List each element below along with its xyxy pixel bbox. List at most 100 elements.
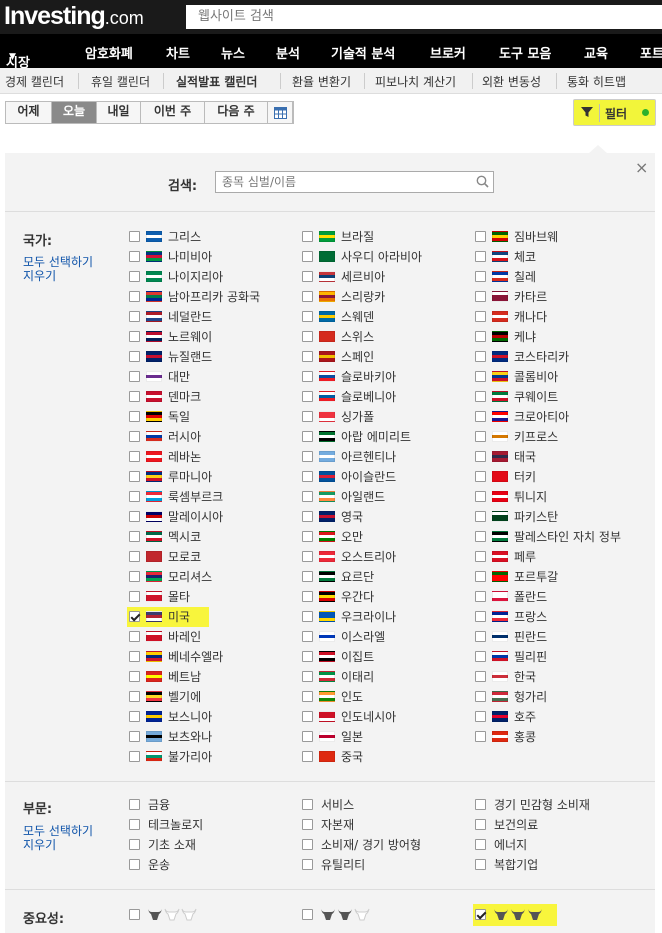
country-checkbox[interactable] [302, 451, 313, 462]
country-name[interactable]: 브라질 [341, 230, 374, 244]
country-name[interactable]: 요르단 [341, 570, 374, 584]
country-checkbox[interactable] [129, 511, 140, 522]
country-name[interactable]: 말레이시아 [168, 510, 223, 524]
country-checkbox[interactable] [302, 611, 313, 622]
country-name[interactable]: 대만 [168, 370, 190, 384]
country-name[interactable]: 나이지리아 [168, 270, 223, 284]
country-checkbox[interactable] [129, 411, 140, 422]
country-checkbox[interactable] [475, 591, 486, 602]
sector-checkbox[interactable] [475, 819, 486, 830]
country-name[interactable]: 미국 [168, 610, 190, 624]
country-checkbox[interactable] [302, 251, 313, 262]
country-name[interactable]: 캐나다 [514, 310, 547, 324]
country-checkbox[interactable] [475, 411, 486, 422]
sector-checkbox[interactable] [475, 839, 486, 850]
country-name[interactable]: 핀란드 [514, 630, 547, 644]
country-name[interactable]: 한국 [514, 670, 536, 684]
country-checkbox[interactable] [302, 551, 313, 562]
country-name[interactable]: 중국 [341, 750, 363, 764]
country-name[interactable]: 스리랑카 [341, 290, 385, 304]
country-name[interactable]: 헝가리 [514, 690, 547, 704]
country-name[interactable]: 노르웨이 [168, 330, 212, 344]
tab-today[interactable]: 오늘 [52, 102, 97, 123]
country-checkbox[interactable] [129, 251, 140, 262]
country-checkbox[interactable] [129, 671, 140, 682]
country-name[interactable]: 아이슬란드 [341, 470, 396, 484]
country-name[interactable]: 아르헨티나 [341, 450, 396, 464]
country-checkbox[interactable] [129, 391, 140, 402]
country-checkbox[interactable] [302, 591, 313, 602]
country-name[interactable]: 쿠웨이트 [514, 390, 558, 404]
country-checkbox[interactable] [475, 471, 486, 482]
country-name[interactable]: 오스트리아 [341, 550, 396, 564]
sector-clear-link[interactable]: 지우기 [23, 838, 56, 852]
country-name[interactable]: 홍콩 [514, 730, 536, 744]
country-name[interactable]: 바레인 [168, 630, 201, 644]
country-checkbox[interactable] [475, 431, 486, 442]
country-checkbox[interactable] [129, 551, 140, 562]
search-icon[interactable] [476, 175, 489, 191]
country-name[interactable]: 필리핀 [514, 650, 547, 664]
country-checkbox[interactable] [302, 351, 313, 362]
country-name[interactable]: 우크라이나 [341, 610, 396, 624]
country-name[interactable]: 영국 [341, 510, 363, 524]
country-name[interactable]: 호주 [514, 710, 536, 724]
country-name[interactable]: 룩셈부르크 [168, 490, 223, 504]
sector-checkbox[interactable] [129, 839, 140, 850]
tab-tomorrow[interactable]: 내일 [97, 102, 141, 123]
country-name[interactable]: 프랑스 [514, 610, 547, 624]
country-checkbox[interactable] [302, 631, 313, 642]
country-checkbox[interactable] [129, 631, 140, 642]
country-checkbox[interactable] [302, 531, 313, 542]
country-checkbox[interactable] [302, 571, 313, 582]
country-checkbox[interactable] [302, 411, 313, 422]
sector-name[interactable]: 경기 민감형 소비재 [494, 798, 590, 812]
country-checkbox[interactable] [302, 271, 313, 282]
tab-next-week[interactable]: 다음 주 [205, 102, 268, 123]
country-name[interactable]: 베트남 [168, 670, 201, 684]
country-name[interactable]: 케냐 [514, 330, 536, 344]
nav-item-tools[interactable]: 도구 모음 [499, 43, 551, 62]
country-checkbox[interactable] [129, 331, 140, 342]
nav-item-technical[interactable]: 기술적 분석 [331, 43, 395, 62]
country-name[interactable]: 일본 [341, 730, 363, 744]
sector-name[interactable]: 서비스 [321, 798, 354, 812]
country-checkbox[interactable] [129, 351, 140, 362]
country-checkbox[interactable] [302, 431, 313, 442]
country-checkbox[interactable] [302, 231, 313, 242]
country-checkbox[interactable] [475, 631, 486, 642]
country-checkbox[interactable] [129, 531, 140, 542]
site-search-input[interactable]: 웹사이트 검색 [186, 5, 662, 29]
country-checkbox[interactable] [475, 371, 486, 382]
sector-name[interactable]: 기초 소재 [148, 838, 196, 852]
country-checkbox[interactable] [129, 571, 140, 582]
country-name[interactable]: 불가리아 [168, 750, 212, 764]
country-name[interactable]: 모리셔스 [168, 570, 212, 584]
country-name[interactable]: 멕시코 [168, 530, 201, 544]
country-checkbox[interactable] [475, 671, 486, 682]
nav-item-news[interactable]: 뉴스 [221, 43, 245, 62]
sector-checkbox[interactable] [302, 859, 313, 870]
country-name[interactable]: 독일 [168, 410, 190, 424]
sector-checkbox[interactable] [475, 859, 486, 870]
tab-yesterday[interactable]: 어제 [6, 102, 52, 123]
country-name[interactable]: 이집트 [341, 650, 374, 664]
country-checkbox[interactable] [129, 751, 140, 762]
sector-name[interactable]: 에너지 [494, 838, 527, 852]
importance-checkbox[interactable] [129, 909, 140, 920]
subnav-economic-calendar[interactable]: 경제 캘린더 [5, 73, 64, 90]
country-clear-link[interactable]: 지우기 [23, 269, 56, 283]
country-name[interactable]: 레바논 [168, 450, 201, 464]
country-name[interactable]: 베네수엘라 [168, 650, 223, 664]
country-name[interactable]: 네덜란드 [168, 310, 212, 324]
symbol-search-input[interactable]: 종목 심벌/이름 [215, 171, 494, 193]
country-checkbox[interactable] [129, 711, 140, 722]
country-name[interactable]: 터키 [514, 470, 536, 484]
country-name[interactable]: 스웨덴 [341, 310, 374, 324]
country-name[interactable]: 아일랜드 [341, 490, 385, 504]
nav-item-education[interactable]: 교육 [584, 43, 608, 62]
country-checkbox[interactable] [302, 751, 313, 762]
filter-button[interactable]: 필터 [573, 99, 656, 126]
country-checkbox[interactable] [302, 491, 313, 502]
sector-name[interactable]: 금융 [148, 798, 170, 812]
